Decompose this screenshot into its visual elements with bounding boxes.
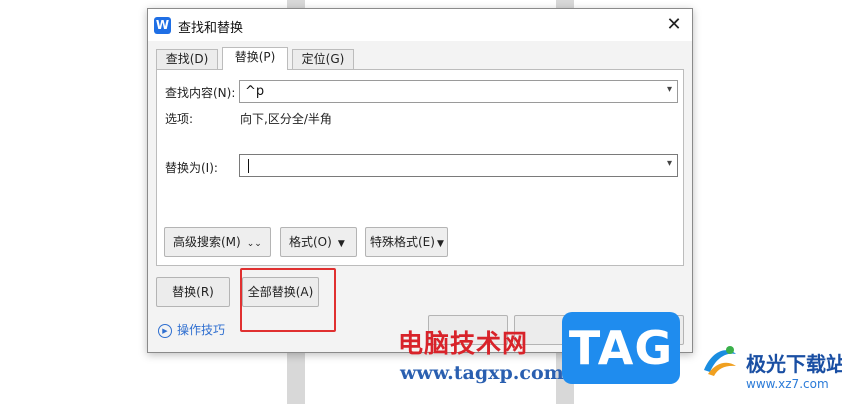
replace-button[interactable]: 替换(R) [156,277,230,307]
text-caret [248,159,249,173]
wps-writer-icon: W [154,17,171,34]
replace-tab-panel: 查找内容(N): ^p ▾ 选项: 向下,区分全/半角 替换为(I): ▾ 高级… [156,69,684,266]
advanced-search-button[interactable]: 高级搜索(M) ⌄⌄ [164,227,271,257]
special-format-label: 特殊格式(E) [370,235,435,249]
format-label: 格式(O) [289,235,332,249]
options-label: 选项: [165,112,194,126]
watermark-xz-name: 极光下载站 [746,352,842,376]
play-circle-icon: ▶ [158,323,172,338]
dialog-title: 查找和替换 [178,21,244,36]
special-format-button[interactable]: 特殊格式(E) ▼ [365,227,448,257]
options-value: 向下,区分全/半角 [240,112,332,126]
advanced-search-label: 高级搜索(M) [173,235,241,249]
format-button[interactable]: 格式(O) ▼ [280,227,357,257]
caret-down-icon: ▼ [436,239,444,249]
watermark-site-name: 电脑技术网 [398,329,529,358]
tag-logo: TAG [562,312,680,384]
operation-tips-label: 操作技巧 [177,323,226,337]
double-chevron-down-icon: ⌄⌄ [246,239,262,249]
highlight-box [240,268,336,332]
chevron-down-icon[interactable]: ▾ [667,158,672,169]
close-icon[interactable]: ✕ [662,13,686,37]
replace-with-label: 替换为(I): [165,161,218,175]
find-replace-dialog: W 查找和替换 ✕ 查找(D) 替换(P) 定位(G) 查找内容(N): ^p … [147,8,693,353]
replace-with-combobox[interactable]: ▾ [239,154,678,177]
find-what-combobox[interactable]: ^p ▾ [239,80,678,103]
dialog-titlebar: W 查找和替换 ✕ [148,9,692,41]
tab-replace[interactable]: 替换(P) [222,47,288,70]
watermark-xz-url: www.xz7.com [746,377,829,391]
find-what-label: 查找内容(N): [165,86,236,100]
operation-tips-link[interactable]: ▶ 操作技巧 [158,321,225,338]
tab-goto[interactable]: 定位(G) [292,49,354,69]
tab-find[interactable]: 查找(D) [156,49,218,69]
aurora-logo-icon [704,346,736,376]
watermark-site-url: www.tagxp.com [400,362,564,384]
find-what-value: ^p [245,84,265,99]
caret-down-icon: ▼ [337,239,345,249]
chevron-down-icon[interactable]: ▾ [667,84,672,95]
